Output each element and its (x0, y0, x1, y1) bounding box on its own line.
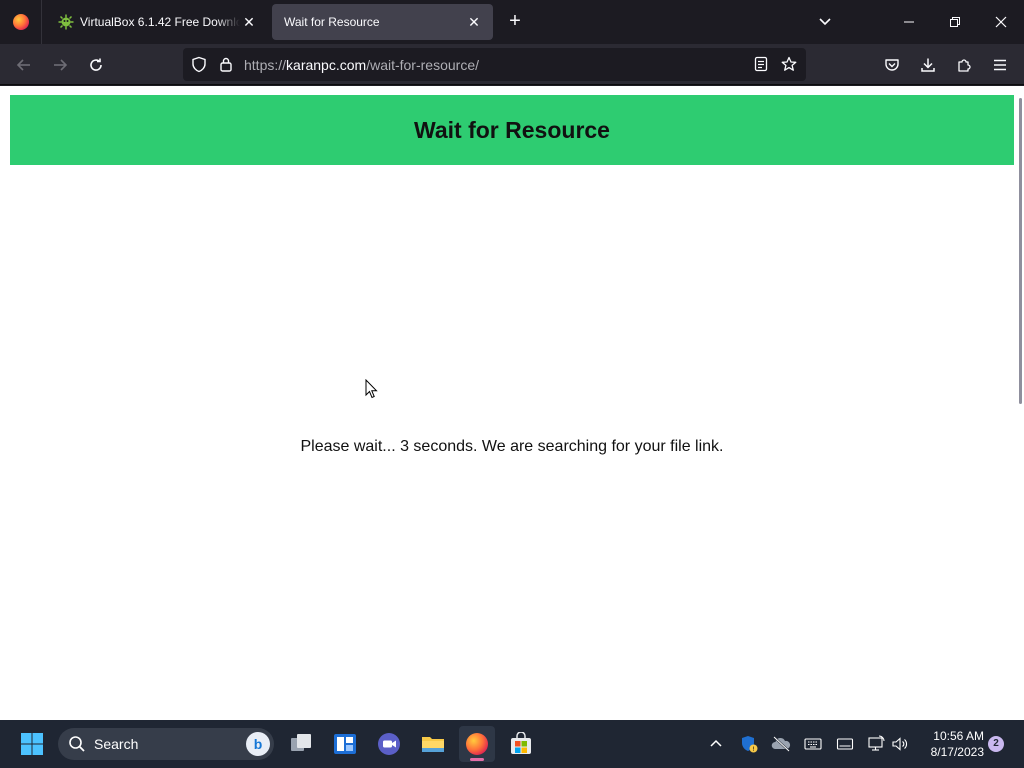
taskbar-clock[interactable]: 10:56 AM 8/17/2023 (920, 728, 984, 760)
security-tray-icon[interactable]: ! (739, 734, 759, 754)
tab-strip: VirtualBox 6.1.42 Free Download ✕ Wait f… (0, 0, 1024, 44)
close-tab-icon[interactable]: ✕ (240, 13, 258, 31)
store-bag-icon (511, 732, 531, 754)
extensions-button[interactable] (950, 51, 978, 79)
address-bar[interactable]: https://karanpc.com/wait-for-resource/ (183, 48, 806, 81)
shield-icon[interactable] (191, 56, 207, 73)
close-icon (995, 16, 1007, 28)
mouse-cursor-icon (365, 379, 378, 399)
firefox-icon (12, 14, 29, 30)
close-tab-icon[interactable]: ✕ (465, 13, 483, 31)
touch-keyboard-tray-icon[interactable] (835, 734, 855, 754)
pocket-button[interactable] (878, 51, 906, 79)
search-label: Search (94, 736, 139, 752)
back-button[interactable] (10, 51, 38, 79)
windows-logo-icon (21, 733, 43, 755)
task-view-icon (291, 734, 311, 751)
url-text[interactable]: https://karanpc.com/wait-for-resource/ (244, 57, 479, 73)
page-scrollbar[interactable] (1019, 98, 1022, 404)
url-scheme: https:// (244, 57, 287, 73)
task-view-button[interactable] (283, 726, 319, 762)
teams-chat-button[interactable] (371, 726, 407, 762)
lock-icon[interactable] (219, 56, 233, 73)
firefox-taskbar-button[interactable] (459, 726, 495, 762)
reader-view-icon[interactable] (753, 56, 769, 72)
pocket-icon (885, 59, 899, 71)
back-arrow-icon (16, 59, 30, 71)
video-chat-icon (378, 733, 400, 755)
hamburger-menu-icon (994, 59, 1006, 71)
svg-text:!: ! (752, 746, 754, 753)
navigation-toolbar: https://karanpc.com/wait-for-resource/ (0, 44, 1024, 85)
tab-wait-for-resource[interactable]: Wait for Resource ✕ (272, 4, 493, 40)
search-icon (69, 736, 85, 752)
forward-arrow-icon (54, 59, 68, 71)
tab-title: Wait for Resource (284, 15, 380, 29)
bing-icon[interactable]: b (246, 732, 270, 756)
notification-badge[interactable]: 2 (988, 736, 1004, 752)
tablet-icon (836, 738, 854, 750)
tab-virtualbox[interactable]: VirtualBox 6.1.42 Free Download ✕ (46, 4, 268, 40)
forward-button[interactable] (46, 51, 74, 79)
speaker-icon (892, 737, 907, 751)
cloud-offline-icon (771, 736, 791, 752)
active-app-indicator (470, 758, 484, 761)
file-explorer-button[interactable] (415, 726, 451, 762)
minimize-icon (904, 21, 914, 23)
browser-window: VirtualBox 6.1.42 Free Download ✕ Wait f… (0, 0, 1024, 720)
firefox-view-button[interactable] (0, 0, 42, 44)
url-path: /wait-for-resource/ (366, 57, 479, 73)
clock-time: 10:56 AM (933, 729, 984, 743)
new-tab-button[interactable]: + (503, 10, 527, 34)
network-tray-icon[interactable] (866, 734, 886, 754)
folder-icon (422, 737, 444, 752)
page-header-banner: Wait for Resource (10, 95, 1014, 165)
downloads-button[interactable] (914, 51, 942, 79)
onedrive-tray-icon[interactable] (771, 734, 791, 754)
wait-message: Please wait... 3 seconds. We are searchi… (300, 438, 724, 455)
shield-warning-icon: ! (742, 736, 758, 753)
app-menu-button[interactable] (986, 51, 1014, 79)
network-monitor-icon (868, 735, 885, 751)
microsoft-store-button[interactable] (503, 726, 539, 762)
virus-icon (58, 14, 74, 30)
page-content: Wait for Resource Please wait... 3 secon… (0, 86, 1024, 720)
minimize-button[interactable] (886, 0, 932, 44)
list-all-tabs-icon[interactable] (814, 12, 836, 32)
clock-date: 8/17/2023 (930, 745, 984, 759)
volume-tray-icon[interactable] (890, 734, 910, 754)
taskbar-search-box[interactable]: Search b (58, 728, 274, 760)
url-host: karanpc.com (286, 57, 367, 73)
restore-button[interactable] (932, 0, 978, 44)
puzzle-piece-icon (958, 59, 971, 72)
windows-taskbar: Search b ! 10:56 AM 8/17/2023 2 (0, 720, 1024, 768)
reload-button[interactable] (82, 51, 110, 79)
widgets-icon (334, 734, 356, 754)
firefox-icon (466, 733, 488, 755)
keyboard-icon (804, 738, 822, 750)
restore-icon (950, 17, 960, 27)
start-button[interactable] (14, 726, 50, 762)
show-hidden-icons-button[interactable] (706, 734, 726, 754)
page-title: Wait for Resource (414, 116, 610, 143)
tab-title: VirtualBox 6.1.42 Free Download (80, 15, 240, 29)
reload-icon (90, 58, 102, 71)
close-window-button[interactable] (978, 0, 1024, 44)
bookmark-star-icon[interactable] (781, 56, 797, 72)
keyboard-tray-icon[interactable] (803, 734, 823, 754)
download-icon (921, 58, 935, 72)
chevron-up-icon (710, 739, 722, 747)
widgets-button[interactable] (327, 726, 363, 762)
